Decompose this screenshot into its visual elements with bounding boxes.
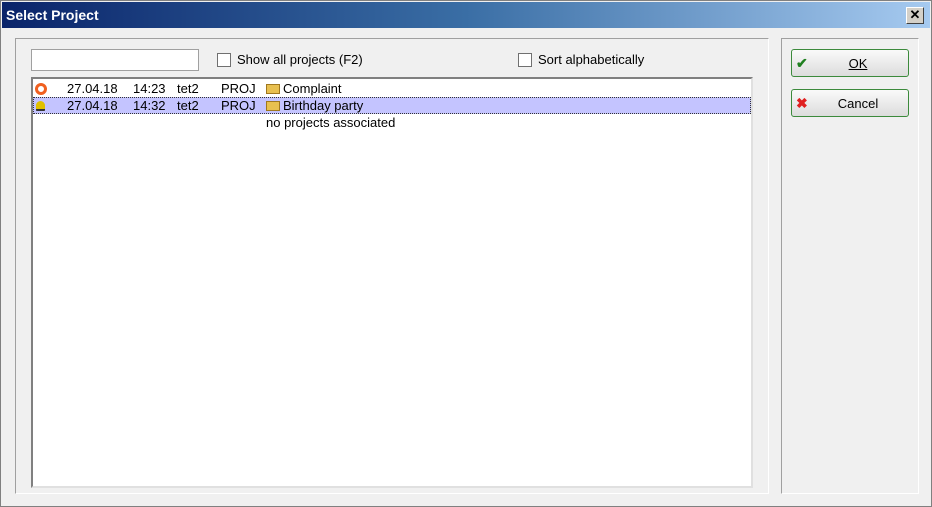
checkbox-label: Sort alphabetically bbox=[538, 52, 645, 67]
date: 27.04.18 bbox=[67, 98, 118, 113]
user: tet2 bbox=[177, 98, 199, 113]
project-name: Birthday party bbox=[283, 98, 364, 113]
cancel-label: Cancel bbox=[837, 95, 879, 111]
bell-icon bbox=[36, 100, 45, 111]
close-button[interactable]: ✕ bbox=[906, 7, 924, 24]
folder-icon bbox=[266, 83, 280, 94]
checkmark-icon: ✔ bbox=[796, 54, 808, 71]
search-input[interactable] bbox=[31, 49, 199, 71]
status-ring-icon bbox=[35, 82, 47, 95]
project-list[interactable]: 27.04.18 14:23 tet2 PROJ Complaint 27.04… bbox=[31, 77, 753, 488]
checkbox-box[interactable] bbox=[518, 52, 532, 67]
user: tet2 bbox=[177, 81, 199, 96]
title-bar: Select Project ✕ bbox=[2, 2, 930, 28]
sort-alphabetically-checkbox[interactable]: Sort alphabetically bbox=[518, 52, 644, 67]
table-row[interactable]: 27.04.18 14:23 tet2 PROJ Complaint bbox=[33, 80, 751, 97]
show-all-projects-checkbox[interactable]: Show all projects (F2) bbox=[217, 52, 363, 67]
table-row[interactable]: 27.04.18 14:32 tet2 PROJ Birthday party bbox=[33, 97, 751, 114]
project-name: Complaint bbox=[283, 81, 342, 96]
ok-button[interactable]: ✔ OK bbox=[791, 49, 909, 77]
checkbox-box[interactable] bbox=[217, 52, 231, 67]
cancel-button[interactable]: ✖ Cancel bbox=[791, 89, 909, 117]
ok-label: OK bbox=[848, 55, 868, 71]
cross-icon: ✖ bbox=[796, 94, 808, 111]
folder-icon bbox=[266, 100, 280, 111]
checkbox-label: Show all projects (F2) bbox=[237, 52, 363, 67]
select-project-dialog: Select Project ✕ Show all projects (F2) … bbox=[0, 0, 932, 507]
no-projects-note: no projects associated bbox=[266, 115, 396, 130]
dialog-title: Select Project bbox=[6, 7, 99, 23]
time: 14:23 bbox=[133, 81, 166, 96]
type: PROJ bbox=[221, 81, 256, 96]
type: PROJ bbox=[221, 98, 256, 113]
date: 27.04.18 bbox=[67, 81, 118, 96]
time: 14:32 bbox=[133, 98, 166, 113]
